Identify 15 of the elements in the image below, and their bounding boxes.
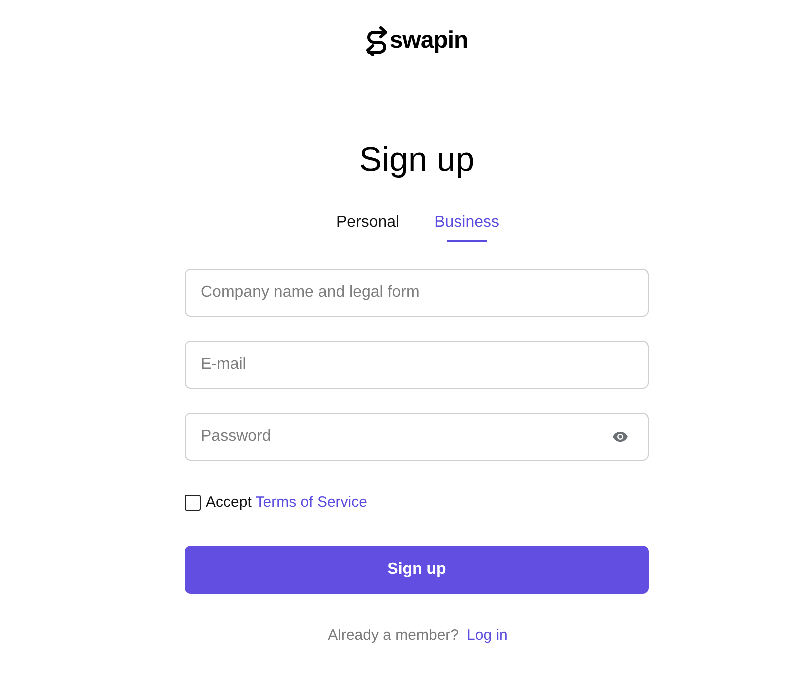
- tab[interactable]: Personal: [336, 212, 400, 242]
- terms-checkbox[interactable]: [185, 495, 201, 511]
- accept-label: Accept: [206, 494, 252, 511]
- sign-up-button[interactable]: Sign up: [185, 546, 649, 594]
- swap-arrows-logo-icon: [366, 26, 388, 56]
- tab[interactable]: Business: [434, 212, 500, 242]
- email-field[interactable]: E-mail: [185, 341, 649, 389]
- log-in-link[interactable]: Log in: [467, 626, 508, 646]
- company-name-field[interactable]: Company name and legal form: [185, 269, 649, 317]
- password-field[interactable]: Password: [185, 413, 649, 461]
- eye-icon[interactable]: [613, 432, 628, 442]
- page-title: Sign up: [359, 140, 475, 180]
- logo-text: swapin: [390, 29, 468, 53]
- terms-of-service-link[interactable]: Terms of Service: [256, 494, 368, 511]
- already-member-text: Already a member?: [328, 626, 460, 646]
